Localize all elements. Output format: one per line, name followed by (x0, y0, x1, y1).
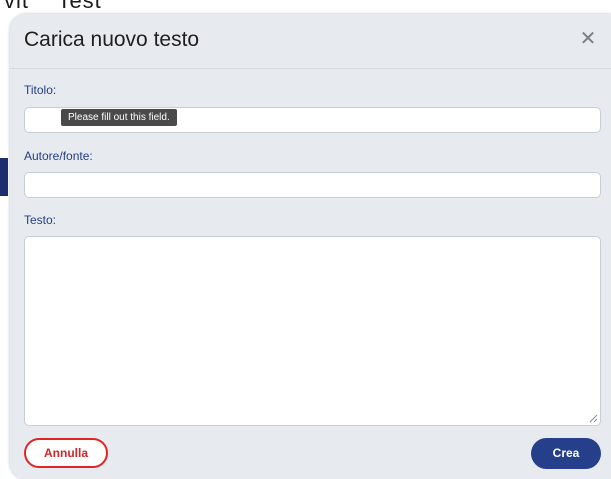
author-input[interactable] (24, 172, 601, 198)
modal-title: Carica nuovo testo (24, 28, 200, 51)
cancel-button[interactable]: Annulla (24, 438, 108, 468)
text-textarea[interactable] (24, 236, 601, 426)
validation-tooltip: Please fill out this field. (61, 109, 177, 126)
modal-header: Carica nuovo testo ✕ (10, 14, 611, 69)
create-button[interactable]: Crea (531, 438, 601, 469)
author-field-label: Autore/fonte: (24, 149, 93, 163)
title-field-label: Titolo: (24, 83, 57, 97)
page-background: vit Test Carica nuovo testo ✕ Titolo: Au… (0, 0, 611, 479)
background-sidebar-accent (0, 158, 8, 196)
background-page-title: vit Test (4, 0, 102, 13)
resize-grip-icon[interactable] (589, 414, 598, 423)
upload-text-modal: Carica nuovo testo ✕ Titolo: Autore/font… (10, 14, 611, 479)
text-field-label: Testo: (24, 213, 57, 227)
close-icon[interactable]: ✕ (577, 28, 599, 50)
